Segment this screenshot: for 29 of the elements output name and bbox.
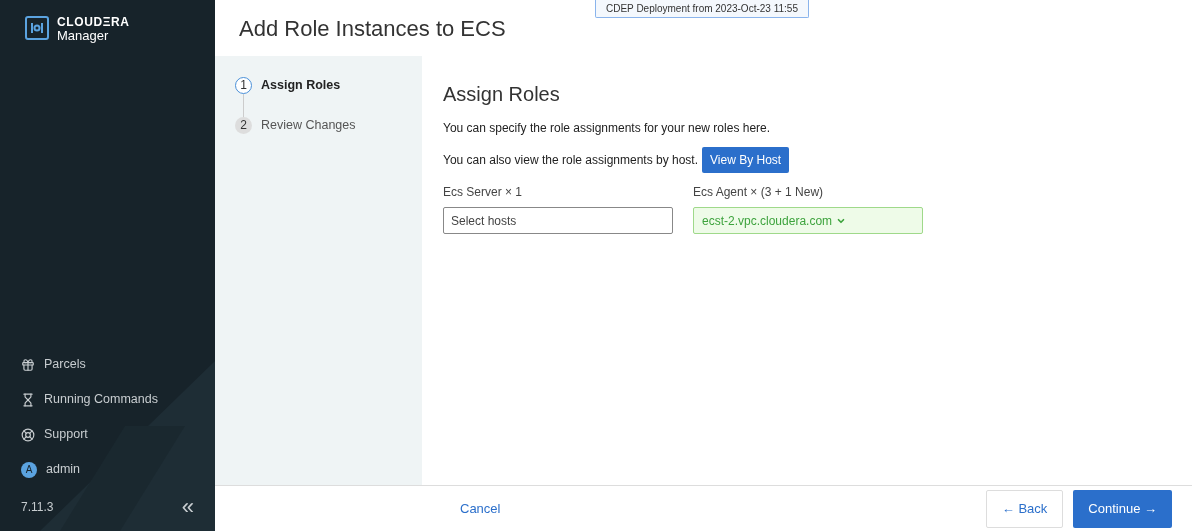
product-name: Manager xyxy=(57,29,110,43)
logo-icon xyxy=(25,16,49,40)
view-by-host-button[interactable]: View By Host xyxy=(702,147,790,173)
page-title: Add Role Instances to ECS xyxy=(239,14,506,43)
role-label: Ecs Agent × (3 + 1 New) xyxy=(693,184,825,201)
sidebar-item[interactable]: Running Commands xyxy=(44,390,158,409)
cancel-link[interactable]: Cancel xyxy=(460,498,501,519)
intro-text: You can specify the role assignments for your new roles here. xyxy=(443,120,772,137)
section-heading: Assign Roles xyxy=(443,82,561,107)
step-link[interactable]: Review Changes xyxy=(261,115,356,135)
by-host-text: You can also view the role assignments by host. xyxy=(443,152,699,169)
back-button[interactable]: ← Back xyxy=(985,489,1064,528)
host-input[interactable]: Select hosts xyxy=(443,207,673,234)
version-label: 7.11.3 xyxy=(21,499,54,516)
role-label: Ecs Server × 1 xyxy=(443,184,524,201)
gift-icon xyxy=(21,357,35,372)
step-link[interactable]: Assign Roles xyxy=(261,76,341,95)
brand-name: CLOUDΞRA xyxy=(57,15,130,29)
deployment-banner: CDEP Deployment from 2023-Oct-23 11:55 xyxy=(595,0,809,18)
user-avatar: A xyxy=(21,461,37,478)
sidebar-item[interactable]: Support xyxy=(44,425,88,444)
lifebuoy-icon xyxy=(21,427,35,442)
hourglass-icon xyxy=(21,392,35,407)
sidebar-item[interactable]: admin xyxy=(46,460,81,479)
step-number: 1 xyxy=(235,76,252,94)
step-number: 2 xyxy=(235,116,252,134)
sidebar-item[interactable]: Parcels xyxy=(44,355,86,374)
collapse-button[interactable]: « xyxy=(181,496,194,518)
continue-button[interactable]: Continue → xyxy=(1073,489,1172,528)
